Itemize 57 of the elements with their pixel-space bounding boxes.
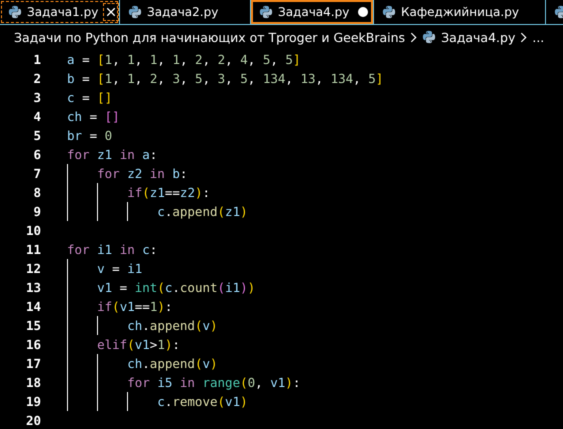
line-number: 2	[32, 70, 41, 88]
line-number: 18	[24, 374, 41, 392]
line-number: 9	[32, 203, 41, 221]
line-number: 20	[24, 412, 41, 429]
line-number: 11	[24, 241, 41, 259]
line-number: 13	[24, 279, 41, 297]
breadcrumb-folder[interactable]: Задачи по Python для начинающих от Tproger и GeekBrains	[14, 30, 406, 44]
line-number: 16	[24, 336, 41, 354]
code-line: for i5 in range(0, v1):	[127, 374, 300, 392]
python-file-icon	[382, 5, 396, 19]
code-line: for i1 in c:	[67, 241, 158, 259]
python-file-icon	[422, 30, 436, 44]
line-number: 5	[32, 127, 41, 145]
line-number: 4	[32, 108, 41, 126]
editor-tab[interactable]: Задача2.py	[120, 0, 251, 24]
chevron-right-icon	[520, 32, 528, 42]
code-line: c.append(z1)	[157, 203, 248, 221]
tab-label: Задача4.py	[278, 5, 350, 19]
python-file-icon	[8, 5, 22, 19]
line-number: 19	[24, 393, 41, 411]
code-line: ch.append(v)	[127, 317, 218, 335]
line-number: 10	[24, 222, 41, 240]
line-number: 14	[24, 298, 41, 316]
tab-label: Задача2.py	[147, 5, 220, 19]
editor-tab[interactable]: Кафеджийница.py	[374, 0, 546, 24]
line-number: 8	[32, 184, 41, 202]
line-number: 17	[24, 355, 41, 373]
line-number: 3	[32, 89, 41, 107]
tab-label: Кафеджийница.py	[401, 5, 520, 19]
code-line: for z1 in a:	[67, 146, 158, 164]
code-line: if(z1==z2):	[127, 184, 210, 202]
line-number: 15	[24, 317, 41, 335]
python-file-icon	[128, 5, 142, 19]
python-file-icon	[259, 5, 273, 19]
line-number: 1	[32, 51, 41, 69]
editor-tab[interactable]: Задача4.py	[251, 0, 374, 24]
code-line: v = i1	[97, 260, 142, 278]
code-line: c.remove(v1)	[157, 393, 248, 411]
chevron-right-icon	[410, 32, 418, 42]
code-line: br = 0	[67, 127, 112, 145]
breadcrumb-file[interactable]: Задача4.py	[441, 30, 516, 44]
code-line: for z2 in b:	[97, 165, 188, 183]
code-line: elif(v1>1):	[97, 336, 180, 354]
code-line: b = [1, 1, 2, 3, 5, 3, 5, 134, 13, 134, 5]	[67, 70, 384, 88]
code-line: if(v1==1):	[97, 298, 172, 316]
line-number: 12	[24, 260, 41, 278]
breadcrumb-more[interactable]: ...	[532, 30, 544, 44]
line-number: 7	[32, 165, 41, 183]
close-icon[interactable]	[103, 3, 120, 21]
code-line: ch = []	[67, 108, 120, 126]
code-line: v1 = int(c.count(i1))	[97, 279, 256, 297]
line-number: 6	[32, 146, 41, 164]
code-line: c = []	[67, 89, 112, 107]
tab-label: Задача1.py	[27, 5, 98, 19]
code-line: ch.append(v)	[127, 355, 218, 373]
code-line: a = [1, 1, 1, 1, 2, 2, 4, 5, 5]	[67, 51, 300, 69]
editor-tab[interactable]: Задача1.py	[0, 0, 120, 24]
